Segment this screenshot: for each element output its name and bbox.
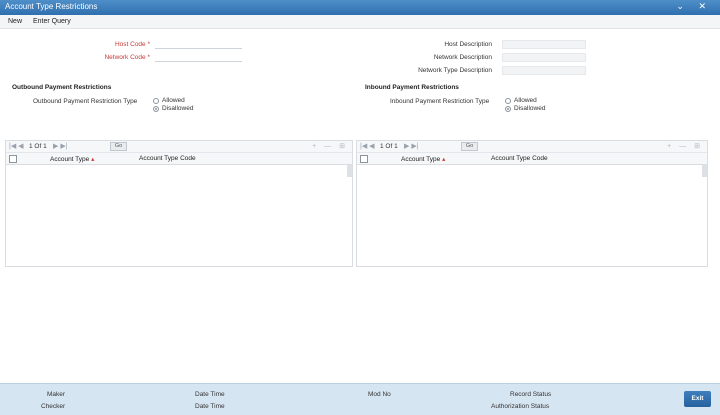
checker-date-time-label: Date Time	[195, 403, 225, 410]
column-account-type-code[interactable]: Account Type Code	[491, 155, 548, 162]
outbound-disallowed-label: Disallowed	[162, 105, 194, 112]
menu-bar: New Enter Query	[0, 15, 720, 29]
select-all-checkbox[interactable]	[360, 155, 368, 163]
grid-scrollbar[interactable]	[702, 165, 707, 177]
window-controls[interactable]: ⌄ ✕	[676, 1, 712, 12]
inbound-disallowed-label: Disallowed	[514, 105, 546, 112]
sort-icon[interactable]: ▴	[442, 156, 445, 163]
network-description-label: Network Description	[433, 54, 492, 61]
maker-date-time-label: Date Time	[195, 391, 225, 398]
audit-footer: Maker Checker Date Time Date Time Mod No…	[0, 383, 720, 415]
network-type-description-label: Network Type Description	[418, 67, 492, 74]
new-menu-item[interactable]: New	[8, 18, 22, 25]
inbound-disallowed-radio[interactable]	[505, 106, 511, 112]
network-code-input[interactable]	[155, 53, 242, 62]
maker-label: Maker	[47, 391, 66, 398]
go-button[interactable]: Go	[461, 142, 478, 151]
enter-query-menu-item[interactable]: Enter Query	[33, 18, 71, 25]
window-title-bar: Account Type Restrictions ⌄ ✕	[0, 0, 720, 15]
mod-no-label: Mod No	[368, 391, 391, 398]
outbound-disallowed-radio[interactable]	[153, 106, 159, 112]
network-type-description-field	[502, 66, 586, 75]
inbound-allowed-label: Allowed	[514, 97, 537, 104]
first-page-icon[interactable]: |◀ ◀	[9, 142, 24, 150]
grid-row-tools-icon[interactable]: + — ⊞	[667, 142, 703, 150]
host-code-input[interactable]	[155, 40, 242, 49]
column-account-type[interactable]: Account Type ▴	[401, 155, 445, 163]
outbound-restriction-type-label: Outbound Payment Restriction Type	[33, 98, 138, 105]
inbound-restriction-type-label: Inbound Payment Restriction Type	[390, 98, 490, 105]
grid-header: Account Type ▴ Account Type Code	[357, 153, 707, 177]
go-button[interactable]: Go	[110, 142, 127, 151]
column-account-type[interactable]: Account Type ▴	[50, 155, 94, 163]
next-page-icon[interactable]: ▶ ▶|	[53, 142, 68, 150]
inbound-allowed-radio[interactable]	[505, 98, 511, 104]
window-title: Account Type Restrictions	[5, 2, 98, 11]
page-indicator: 1 Of 1	[29, 143, 47, 150]
checker-label: Checker	[41, 403, 66, 410]
page-indicator: 1 Of 1	[380, 143, 398, 150]
outbound-account-type-grid: |◀ ◀ 1 Of 1 ▶ ▶| Go + — ⊞ Account Type ▴…	[5, 140, 353, 267]
first-page-icon[interactable]: |◀ ◀	[360, 142, 375, 150]
outbound-allowed-label: Allowed	[162, 97, 185, 104]
record-status-label: Record Status	[510, 391, 552, 398]
grid-header: Account Type ▴ Account Type Code	[6, 153, 352, 177]
select-all-checkbox[interactable]	[9, 155, 17, 163]
authorization-status-label: Authorization Status	[491, 403, 550, 410]
outbound-restrictions-title: Outbound Payment Restrictions	[12, 84, 112, 91]
sort-icon[interactable]: ▴	[91, 156, 94, 163]
grid-toolbar: |◀ ◀ 1 Of 1 ▶ ▶| Go + — ⊞	[6, 141, 352, 153]
inbound-account-type-grid: |◀ ◀ 1 Of 1 ▶ ▶| Go + — ⊞ Account Type ▴…	[356, 140, 708, 267]
grid-toolbar: |◀ ◀ 1 Of 1 ▶ ▶| Go + — ⊞	[357, 141, 707, 153]
exit-button[interactable]: Exit	[684, 391, 711, 407]
host-code-label: Host Code *	[114, 41, 150, 48]
network-description-field	[502, 53, 586, 62]
column-account-type-code[interactable]: Account Type Code	[139, 155, 196, 162]
host-description-field	[502, 40, 586, 49]
grid-scrollbar[interactable]	[347, 165, 352, 177]
inbound-restrictions-title: Inbound Payment Restrictions	[365, 84, 459, 91]
network-code-label: Network Code *	[104, 54, 150, 61]
next-page-icon[interactable]: ▶ ▶|	[404, 142, 419, 150]
grid-row-tools-icon[interactable]: + — ⊞	[312, 142, 348, 150]
outbound-allowed-radio[interactable]	[153, 98, 159, 104]
host-description-label: Host Description	[444, 41, 492, 48]
